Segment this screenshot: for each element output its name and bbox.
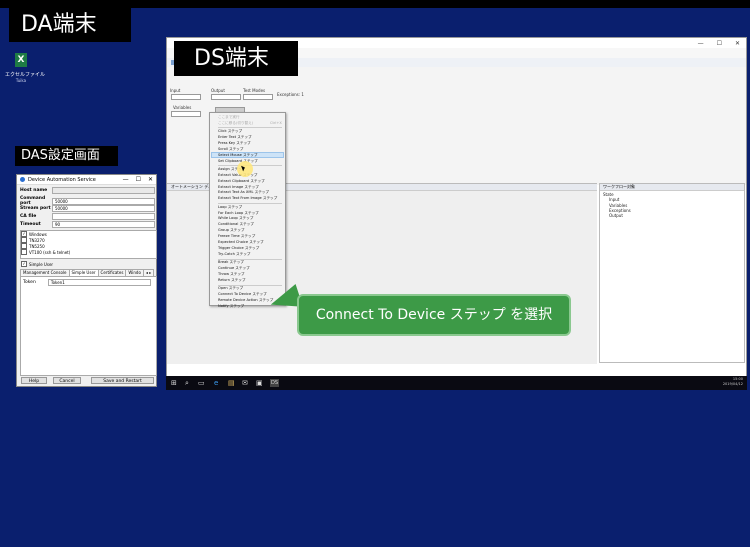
timeout-label: Timeout <box>20 222 41 227</box>
workflow-tree: State Input Variables Exceptions Output <box>603 192 631 218</box>
das-settings-window: Device Automation Service — ☐ ✕ Host nam… <box>16 174 157 387</box>
ca-file-label: CA file <box>20 214 37 219</box>
mail-icon[interactable]: ✉ <box>242 379 248 387</box>
das-window-title: Device Automation Service <box>28 176 96 183</box>
das-settings-label: DAS設定画面 <box>15 146 118 166</box>
menu-separator <box>218 127 282 128</box>
step-context-menu: ここまで実行 ここに移る(切り替え) Ctrl+X Click ステップ Ente… <box>209 112 286 309</box>
output-label: Output <box>211 88 225 93</box>
help-button[interactable]: Help <box>21 377 47 384</box>
da-terminal-label: DA端末 <box>9 8 131 42</box>
menu-item[interactable]: Click ステップ <box>218 129 242 134</box>
app-icon[interactable]: ▣ <box>256 379 263 387</box>
menu-item[interactable]: Expected Choice ステップ <box>218 240 264 245</box>
output-box[interactable] <box>211 94 241 100</box>
host-name-row: Host name <box>20 187 155 194</box>
save-and-restart-button[interactable]: Save and Restart <box>91 377 154 384</box>
menu-item[interactable]: For Each Loop ステップ <box>218 211 259 216</box>
task-view-icon[interactable]: ▭ <box>198 379 205 387</box>
host-name-label: Host name <box>20 188 48 193</box>
token-row: Token Token1 <box>23 279 151 286</box>
vt100-checkbox[interactable]: VT100 (ssh & telnet) <box>21 249 70 255</box>
das-titlebar: Device Automation Service — ☐ ✕ <box>17 175 156 185</box>
maximize-button[interactable]: ☐ <box>717 40 722 47</box>
ca-file-field[interactable] <box>52 213 155 220</box>
menu-item[interactable]: Open ステップ <box>218 286 243 291</box>
menu-item[interactable]: Press Key ステップ <box>218 141 251 146</box>
variables-box[interactable] <box>171 111 201 117</box>
desktop-icon-sublabel: Tuika <box>15 78 27 83</box>
menu-item[interactable]: Remote Device Action ステップ <box>218 298 273 303</box>
menu-item[interactable]: Group ステップ <box>218 228 244 233</box>
stream-port-field[interactable]: 50000 <box>52 205 155 212</box>
exceptions-label: Exceptions: 1 <box>277 92 304 97</box>
excel-desktop-icon[interactable]: X エクセルファイル Tuika <box>5 53 46 83</box>
simple-user-checkbox[interactable]: ✓ Simple User <box>21 261 53 267</box>
ca-file-row: CA file <box>20 213 155 220</box>
token-field[interactable]: Token1 <box>47 279 151 286</box>
timeout-field[interactable]: 90 <box>52 221 155 228</box>
input-box[interactable] <box>171 94 201 100</box>
desktop-icon-label: エクセルファイル <box>5 72 46 78</box>
stream-port-row: Stream port 50000 <box>20 205 155 212</box>
minimize-button[interactable]: — <box>123 176 129 183</box>
test-modes-box[interactable] <box>243 94 273 100</box>
menu-item[interactable]: Select Mouse ステップ <box>218 153 257 158</box>
minimize-button[interactable]: — <box>698 40 704 47</box>
search-icon[interactable]: ⌕ <box>185 379 189 387</box>
menu-item[interactable]: Continue ステップ <box>218 266 250 271</box>
top-black-bar <box>0 0 750 8</box>
menu-item[interactable]: Trigger Choice ステップ <box>218 246 259 251</box>
tree-item[interactable]: Output <box>603 213 631 218</box>
menu-item[interactable]: While Loop ステップ <box>218 216 253 221</box>
menu-item[interactable]: Try-Catch ステップ <box>218 252 250 257</box>
menu-item[interactable]: Return ステップ <box>218 278 245 283</box>
menu-item[interactable]: Conditional ステップ <box>218 222 254 227</box>
edge-icon[interactable]: e <box>214 379 218 387</box>
stream-port-label: Stream port <box>20 206 51 211</box>
token-label: Token <box>23 280 36 285</box>
close-button[interactable]: ✕ <box>735 40 740 47</box>
menu-item[interactable]: Throw ステップ <box>218 272 245 277</box>
menu-item[interactable]: Extract Image ステップ <box>218 185 259 190</box>
workflow-tree-panel: ワークフロー対象 State Input Variables Exception… <box>599 183 745 363</box>
input-label: Input <box>170 88 181 93</box>
mouse-cursor-icon <box>237 161 253 177</box>
explorer-icon[interactable]: ▤ <box>228 379 235 387</box>
menu-item-disabled: ここに移る(切り替え) <box>218 121 254 125</box>
menu-item[interactable]: Extract Text From Image ステップ <box>218 196 277 201</box>
cancel-button[interactable]: Cancel <box>53 377 81 384</box>
test-modes-label: Test Modes <box>243 88 266 93</box>
menu-item[interactable]: Connect To Device ステップ <box>218 292 267 297</box>
menu-item[interactable]: Scroll ステップ <box>218 147 243 152</box>
menu-shortcut: Ctrl+X <box>270 121 282 125</box>
excel-icon: X <box>15 53 27 67</box>
ds-terminal-label: DS端末 <box>174 41 298 76</box>
instruction-callout: Connect To Device ステップ を選択 <box>297 294 571 336</box>
menu-item[interactable]: Loop ステップ <box>218 205 242 210</box>
menu-item[interactable]: Freeze Time ステップ <box>218 234 255 239</box>
menu-item[interactable]: Set Clipboard ステップ <box>218 159 258 164</box>
host-name-field[interactable] <box>52 187 155 194</box>
windows-taskbar: ⊞ ⌕ ▭ e ▤ ✉ ▣ DS 15:00 2019/04/12 <box>166 376 747 390</box>
ds-app-icon[interactable]: DS <box>270 379 280 387</box>
menu-item[interactable]: Extract Text As XML ステップ <box>218 190 269 195</box>
menu-item[interactable]: Notify ステップ <box>218 304 244 309</box>
menu-item-disabled: ここまで実行 <box>218 115 240 119</box>
command-port-field[interactable]: 50000 <box>52 197 155 205</box>
menu-item[interactable]: Extract Clipboard ステップ <box>218 179 265 184</box>
close-button[interactable]: ✕ <box>148 176 153 183</box>
maximize-button[interactable]: ☐ <box>136 176 141 183</box>
system-clock[interactable]: 15:00 2019/04/12 <box>723 377 743 387</box>
tree-panel-header: ワークフロー対象 <box>600 184 744 191</box>
variables-label: Variables <box>173 105 192 110</box>
menu-item[interactable]: Break ステップ <box>218 260 244 265</box>
service-gear-icon <box>20 177 25 182</box>
timeout-row: Timeout 90 <box>20 221 155 228</box>
start-button[interactable]: ⊞ <box>171 379 177 387</box>
menu-item[interactable]: Enter Text ステップ <box>218 135 252 140</box>
simple-user-panel <box>20 276 157 376</box>
